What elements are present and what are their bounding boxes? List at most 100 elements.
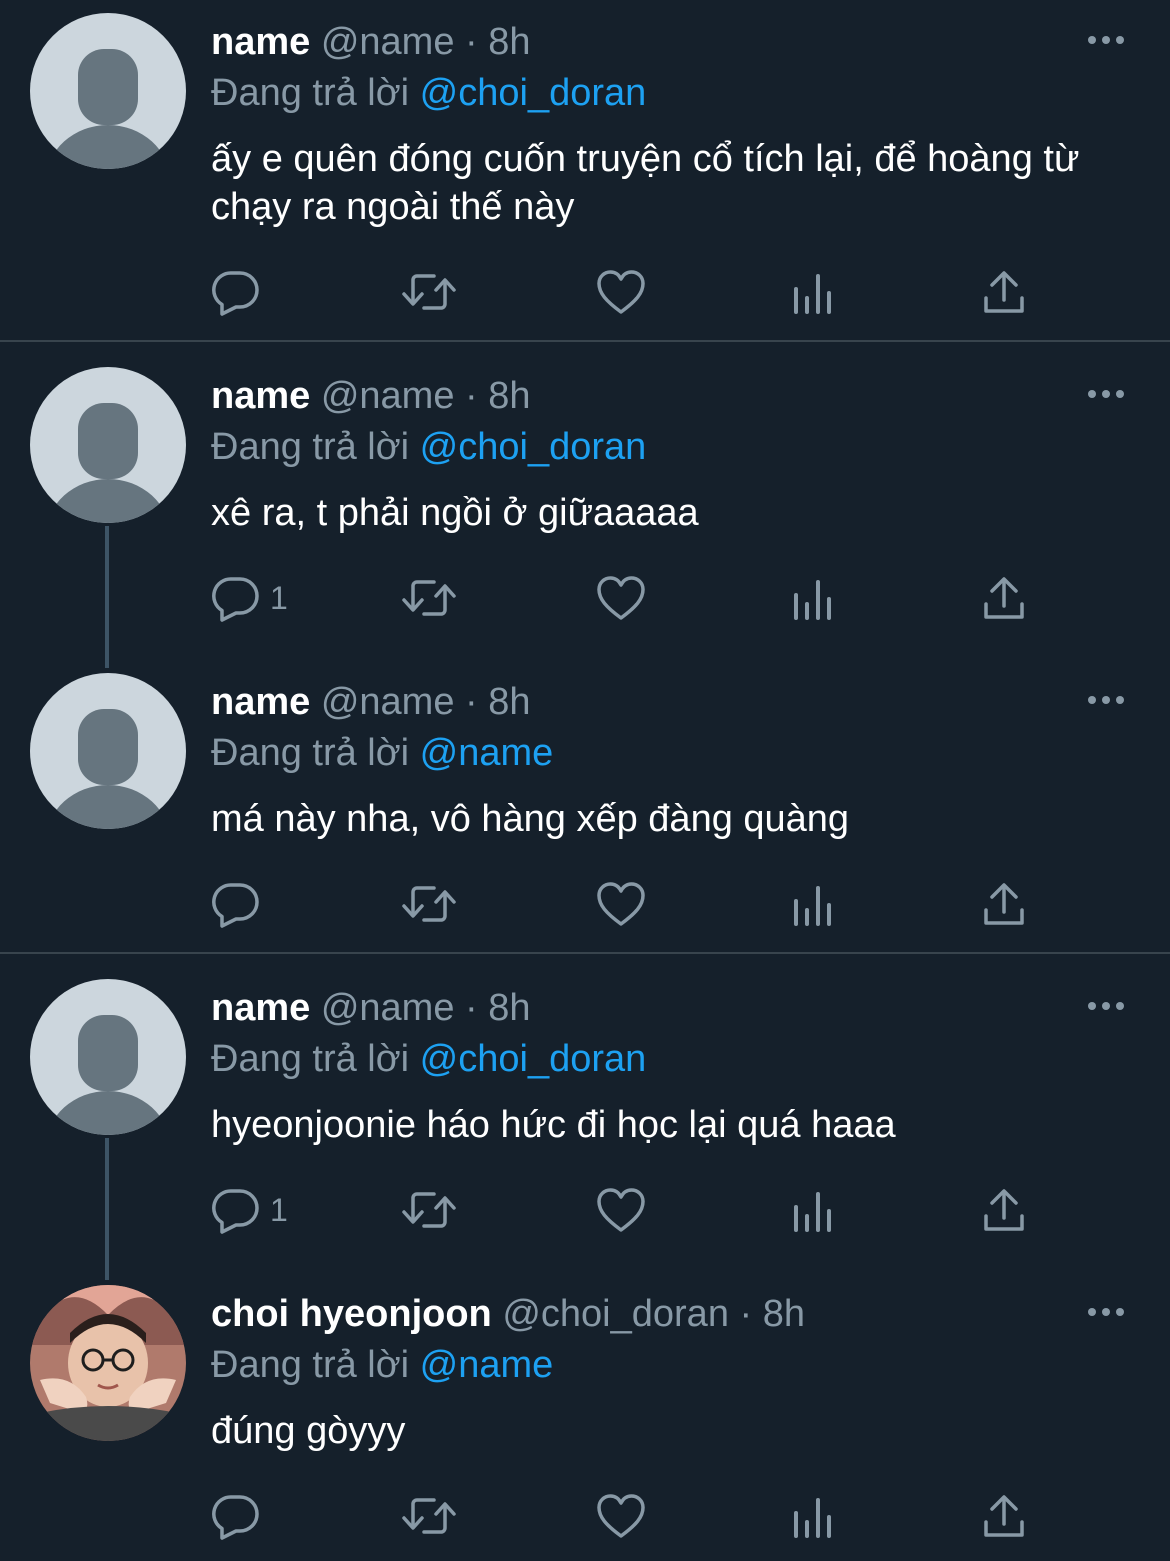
avatar[interactable] [30,1285,186,1441]
display-name[interactable]: name [211,987,310,1029]
retweet-icon [402,274,456,310]
share-button[interactable] [982,1184,1026,1236]
share-button[interactable] [982,878,1026,930]
avatar[interactable] [30,13,186,169]
retweet-icon [402,580,456,616]
analytics-button[interactable] [792,878,836,930]
like-icon [597,1494,645,1538]
retweet-icon [402,1192,456,1228]
tweet-text: đúng gòyyy [211,1410,406,1452]
mention-link[interactable]: @choi_doran [420,1038,647,1080]
share-icon [984,883,1024,925]
like-button[interactable] [596,572,646,624]
like-icon [597,882,645,926]
like-button[interactable] [596,1490,646,1542]
reply-icon [212,883,259,928]
timestamp[interactable]: 8h [763,1293,805,1335]
replying-to: Đang trả lời @choi_doran [211,71,646,115]
tweet-header: choi hyeonjoon @choi_doran · 8h [211,1292,805,1336]
timestamp[interactable]: 8h [488,375,530,417]
analytics-icon [794,1498,831,1538]
more-icon[interactable] [1086,386,1126,402]
tweet-header: name @name · 8h [211,20,531,64]
share-icon [984,1495,1024,1537]
thread-line [105,1138,109,1280]
reply-icon [212,271,259,316]
separator-dot: · [465,375,478,417]
divider [0,952,1170,954]
replying-to-label: Đang trả lời [211,1038,410,1080]
share-button[interactable] [982,1490,1026,1542]
tweet-actions [212,878,1112,930]
avatar[interactable] [30,673,186,829]
replying-to: Đang trả lời @name [211,731,553,775]
analytics-icon [794,886,831,926]
timestamp[interactable]: 8h [488,681,530,723]
display-name[interactable]: choi hyeonjoon [211,1293,492,1335]
analytics-button[interactable] [792,572,836,624]
tweet-actions: 1 [212,1184,1112,1236]
tweet-header: name @name · 8h [211,374,531,418]
replying-to: Đang trả lời @choi_doran [211,1037,646,1081]
avatar[interactable] [30,367,186,523]
like-button[interactable] [596,266,646,318]
retweet-icon [402,1498,456,1534]
separator-dot: · [465,987,478,1029]
user-handle[interactable]: @name [321,375,455,417]
tweet-actions: 1 [212,572,1112,624]
separator-dot: · [739,1293,753,1335]
share-button[interactable] [982,572,1026,624]
avatar[interactable] [30,979,186,1135]
display-name[interactable]: name [211,375,310,417]
display-name[interactable]: name [211,21,310,63]
thread-line [105,526,109,668]
share-icon [984,1189,1024,1231]
tweet-header: name @name · 8h [211,986,531,1030]
reply-icon [212,577,259,622]
reply-count: 1 [270,1191,288,1228]
like-button[interactable] [596,1184,646,1236]
more-icon[interactable] [1086,32,1126,48]
timestamp[interactable]: 8h [488,987,530,1029]
reply-icon [212,1189,259,1234]
more-icon[interactable] [1086,692,1126,708]
user-handle[interactable]: @choi_doran [502,1293,729,1335]
retweet-button[interactable] [400,572,458,624]
retweet-button[interactable] [400,1184,458,1236]
replying-to-label: Đang trả lời [211,732,410,774]
like-button[interactable] [596,878,646,930]
mention-link[interactable]: @choi_doran [420,426,647,468]
user-handle[interactable]: @name [321,681,455,723]
retweet-button[interactable] [400,878,458,930]
reply-button[interactable]: 1 [212,572,288,624]
reply-button[interactable] [212,266,270,318]
analytics-button[interactable] [792,1184,836,1236]
replying-to-label: Đang trả lời [211,426,410,468]
replying-to: Đang trả lời @choi_doran [211,425,646,469]
timestamp[interactable]: 8h [488,21,530,63]
display-name[interactable]: name [211,681,310,723]
share-button[interactable] [982,266,1026,318]
analytics-button[interactable] [792,266,836,318]
tweet-text: má này nha, vô hàng xếp đàng quàng [211,798,850,840]
tweet-text: ấy e quên đóng cuốn truyện cổ tích lại, … [211,138,1080,228]
analytics-icon [794,274,831,314]
tweet-text: hyeonjoonie háo hức đi học lại quá haaa [211,1104,896,1146]
reply-button[interactable]: 1 [212,1184,288,1236]
retweet-button[interactable] [400,266,458,318]
retweet-button[interactable] [400,1490,458,1542]
user-handle[interactable]: @name [321,987,455,1029]
divider [0,340,1170,342]
replying-to: Đang trả lời @name [211,1343,553,1387]
reply-button[interactable] [212,1490,270,1542]
more-icon[interactable] [1086,1304,1126,1320]
mention-link[interactable]: @name [420,1344,554,1386]
analytics-button[interactable] [792,1490,836,1542]
mention-link[interactable]: @choi_doran [420,72,647,114]
separator-dot: · [465,21,478,63]
retweet-icon [402,886,456,922]
user-handle[interactable]: @name [321,21,455,63]
mention-link[interactable]: @name [420,732,554,774]
reply-button[interactable] [212,878,270,930]
more-icon[interactable] [1086,998,1126,1014]
